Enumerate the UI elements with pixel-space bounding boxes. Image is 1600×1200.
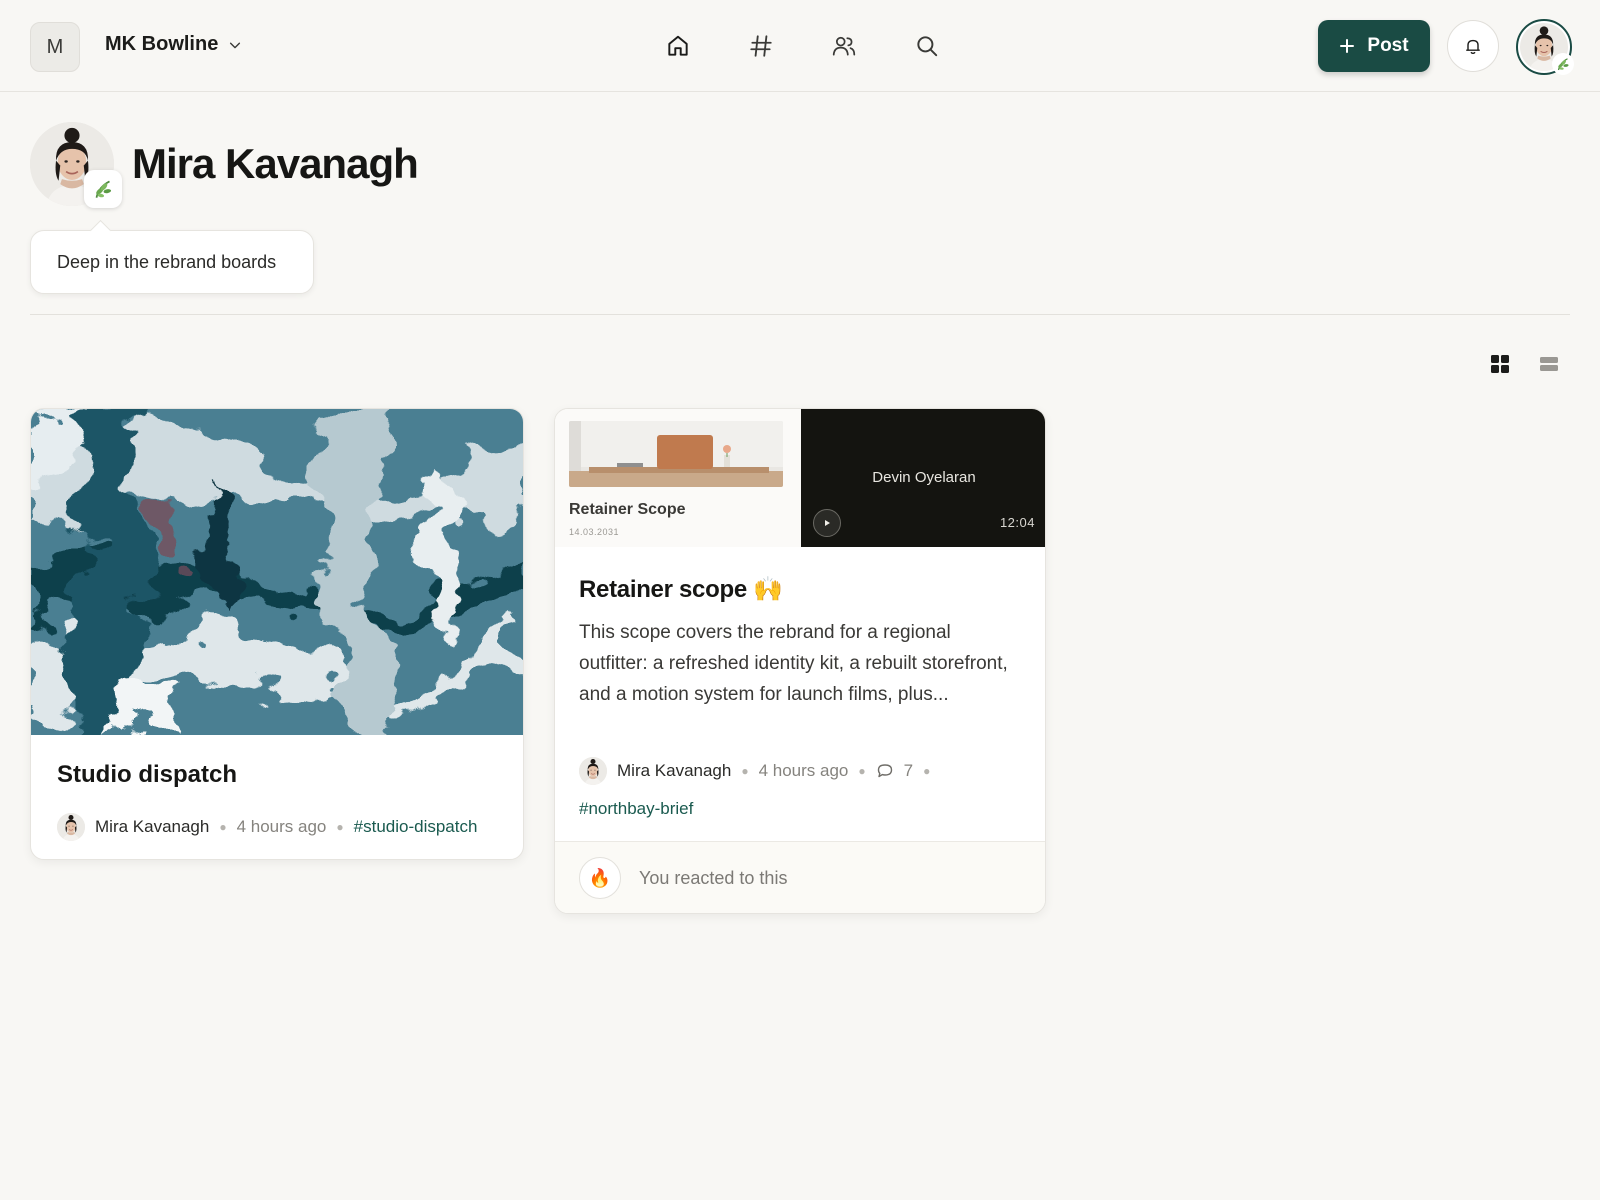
notifications-button[interactable] [1447, 20, 1499, 72]
video-speaker-name: Devin Oyelaran [872, 469, 976, 486]
post-author[interactable]: Mira Kavanagh [617, 761, 731, 781]
comment-count: 7 [903, 761, 914, 780]
post-button-label: Post [1367, 35, 1409, 56]
post-time: 4 hours ago [236, 817, 327, 836]
reaction-bar: 🔥 You reacted to this [555, 841, 1045, 913]
workspace-name: MK Bowline [105, 33, 219, 55]
post-meta: Mira Kavanagh ● 4 hours ago ● #studio-di… [57, 813, 477, 841]
nav-search[interactable] [909, 28, 945, 64]
post-card[interactable]: Retainer Scope 14.03.2031 Devin Oyelaran… [554, 408, 1046, 914]
profile-name: Mira Kavanagh [132, 140, 419, 187]
bell-icon [1466, 39, 1480, 54]
nav-channels[interactable] [743, 28, 779, 64]
workspace-badge[interactable]: M [30, 22, 80, 72]
top-bar: M MK Bowline Post [0, 0, 1600, 92]
grid-view-icon[interactable] [1488, 352, 1512, 376]
leaf-status-icon[interactable] [84, 170, 122, 208]
chevron-down-icon [230, 42, 241, 48]
new-post-button[interactable]: Post [1318, 20, 1430, 72]
reaction-status: You reacted to this [639, 868, 788, 888]
home-icon [668, 35, 688, 56]
workspace-switcher[interactable]: MK Bowline [105, 33, 242, 56]
marble-cover-image [31, 409, 523, 735]
search-icon [917, 36, 938, 57]
avatar[interactable] [57, 813, 85, 841]
separator-dot: ● [219, 820, 227, 834]
post-excerpt: This scope covers the rebrand for a regi… [579, 622, 1008, 705]
post-card[interactable]: Studio dispatch Mira Kavanagh ● 4 hours … [30, 408, 524, 860]
post-channel-tag[interactable]: #northbay-brief [579, 799, 693, 819]
post-channel-tag[interactable]: #studio-dispatch [354, 817, 478, 837]
document-title: Retainer Scope [569, 501, 686, 518]
list-view-icon[interactable] [1537, 352, 1561, 376]
main-nav [660, 28, 945, 64]
plus-icon [1340, 39, 1355, 53]
video-attachment[interactable]: Devin Oyelaran 12:04 [801, 409, 1045, 547]
play-icon [825, 520, 830, 526]
post-title[interactable]: Studio dispatch [57, 761, 237, 789]
document-attachment[interactable]: Retainer Scope 14.03.2031 [555, 409, 801, 547]
play-button[interactable] [813, 509, 841, 537]
post-title[interactable]: Retainer scope 🙌 [579, 575, 783, 604]
video-duration: 12:04 [999, 515, 1035, 530]
document-thumbnail [569, 421, 783, 487]
status-message: Deep in the rebrand boards [30, 230, 314, 294]
comment-icon[interactable] [876, 762, 894, 780]
hashtag-icon [750, 35, 772, 57]
fire-icon: 🔥 [588, 867, 612, 888]
separator-dot: ● [336, 820, 344, 834]
separator-dot: ● [741, 764, 749, 778]
avatar[interactable] [579, 757, 607, 785]
nav-people[interactable] [826, 28, 862, 64]
nav-home[interactable] [660, 28, 696, 64]
separator-dot: ● [923, 764, 931, 778]
account-avatar[interactable] [1516, 19, 1574, 75]
reaction-button[interactable]: 🔥 [579, 857, 621, 899]
post-time: 4 hours ago [758, 761, 849, 780]
leaf-status-icon [1552, 53, 1574, 75]
document-date: 14.03.2031 [569, 527, 620, 537]
separator-dot: ● [858, 764, 866, 778]
post-author[interactable]: Mira Kavanagh [95, 817, 209, 837]
post-meta: Mira Kavanagh ● 4 hours ago ● 7 ● [579, 757, 930, 785]
people-icon [832, 36, 856, 56]
divider [30, 314, 1570, 315]
